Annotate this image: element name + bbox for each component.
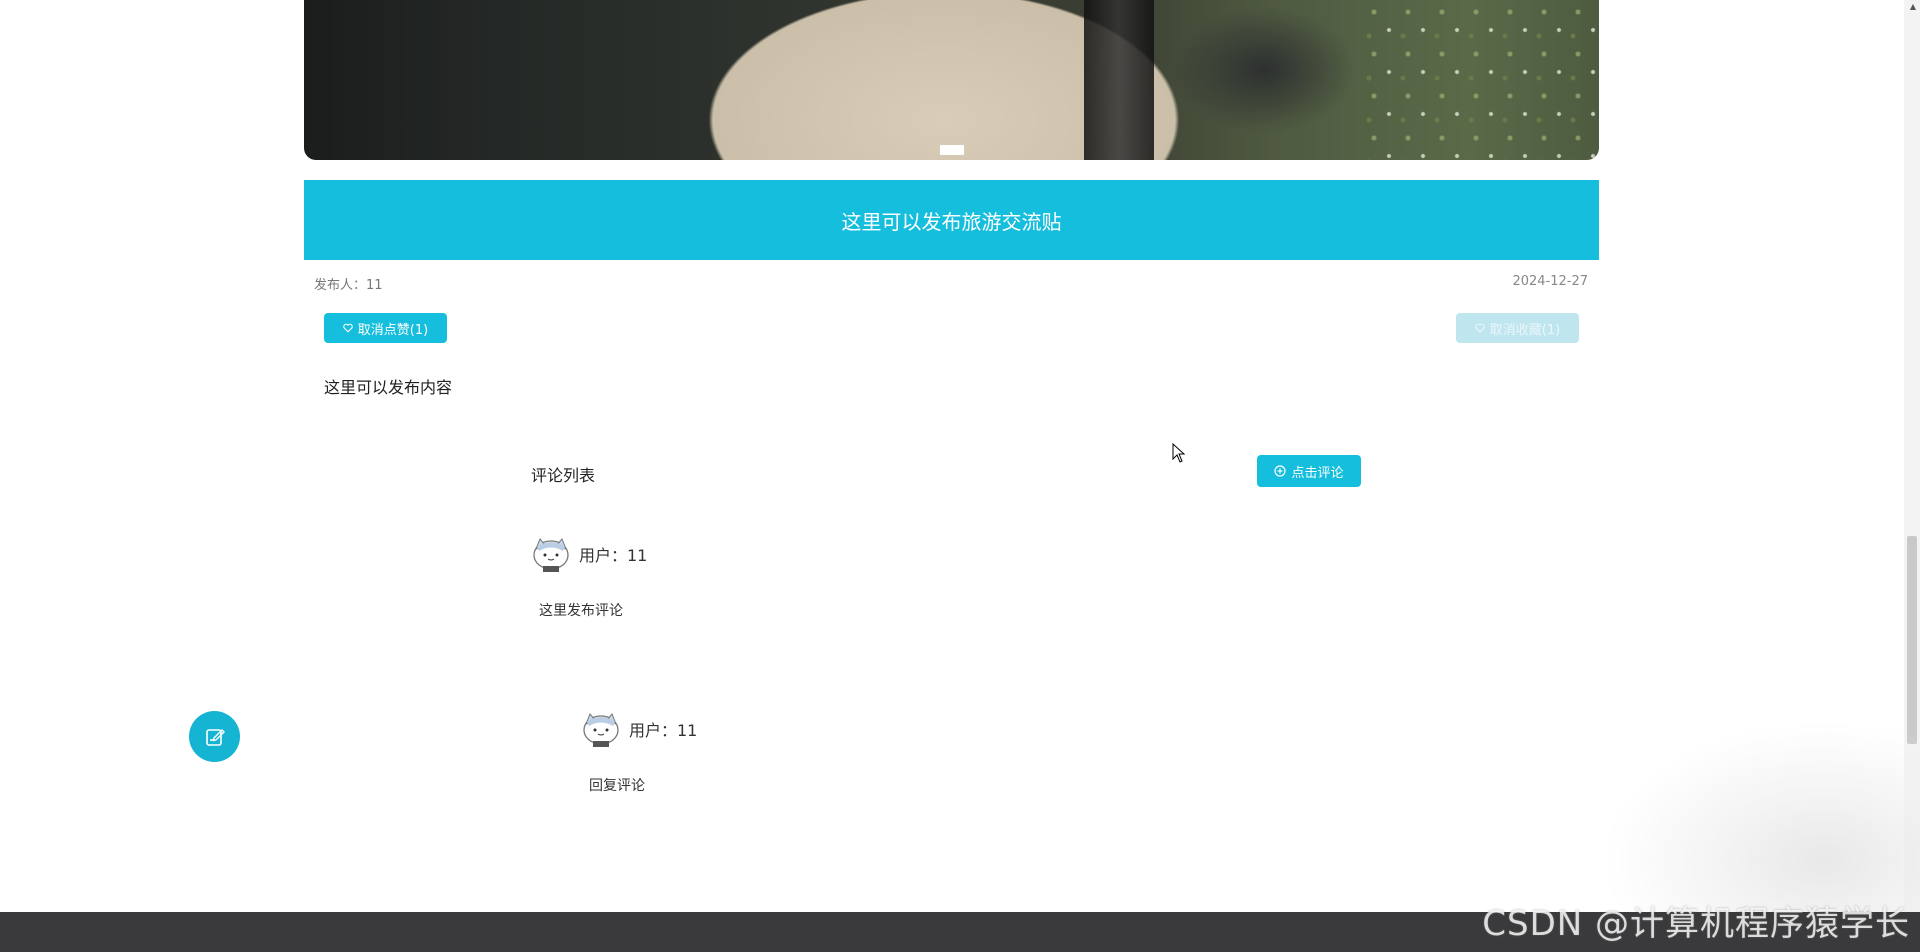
comment-user: 用户：11 <box>581 710 697 748</box>
comment-text: 回复评论 <box>589 778 645 794</box>
add-comment-button-label: 点击评论 <box>1291 465 1344 481</box>
post-title: 这里可以发布旅游交流贴 <box>841 209 1062 234</box>
comment-text: 这里发布评论 <box>539 603 623 619</box>
avatar <box>583 713 619 747</box>
add-comment-button[interactable]: 点击评论 <box>1257 455 1361 487</box>
carousel-indicator-dot[interactable] <box>940 145 964 155</box>
comment-user: 用户：11 <box>531 535 647 573</box>
post-date: 2024-12-27 <box>1512 274 1588 289</box>
comment-user-name: 用户：11 <box>629 721 698 740</box>
unfavorite-button[interactable]: 取消收藏(1) <box>1456 313 1579 343</box>
post-author: 发布人：11 <box>314 278 383 293</box>
scrollbar-thumb[interactable] <box>1907 536 1917 744</box>
write-post-button[interactable] <box>189 711 240 762</box>
heart-icon <box>343 323 353 333</box>
scroll-up-arrow-icon[interactable]: ▲ <box>1910 2 1916 11</box>
heart-icon <box>1475 323 1485 333</box>
plus-circle-icon <box>1274 465 1287 477</box>
watermark: CSDN @计算机程序猿学长 <box>1482 904 1910 944</box>
comments-list-title: 评论列表 <box>531 466 596 485</box>
unlike-button[interactable]: 取消点赞(1) <box>324 313 447 343</box>
carousel-image-foliage <box>1364 0 1599 160</box>
avatar <box>533 538 569 572</box>
carousel-image-detail <box>1084 0 1154 160</box>
comment-user-name: 用户：11 <box>579 546 648 565</box>
overlay-glow <box>1600 720 1920 920</box>
image-carousel[interactable] <box>304 0 1599 160</box>
post-title-banner: 这里可以发布旅游交流贴 <box>304 180 1599 260</box>
unfavorite-button-label: 取消收藏(1) <box>1489 322 1561 338</box>
unlike-button-label: 取消点赞(1) <box>357 322 429 338</box>
edit-icon <box>205 728 225 746</box>
page: 这里可以发布旅游交流贴 发布人：11 2024-12-27 取消点赞(1) 取消… <box>0 0 1920 952</box>
post-content: 这里可以发布内容 <box>324 378 453 397</box>
mouse-cursor-icon <box>1172 443 1186 463</box>
